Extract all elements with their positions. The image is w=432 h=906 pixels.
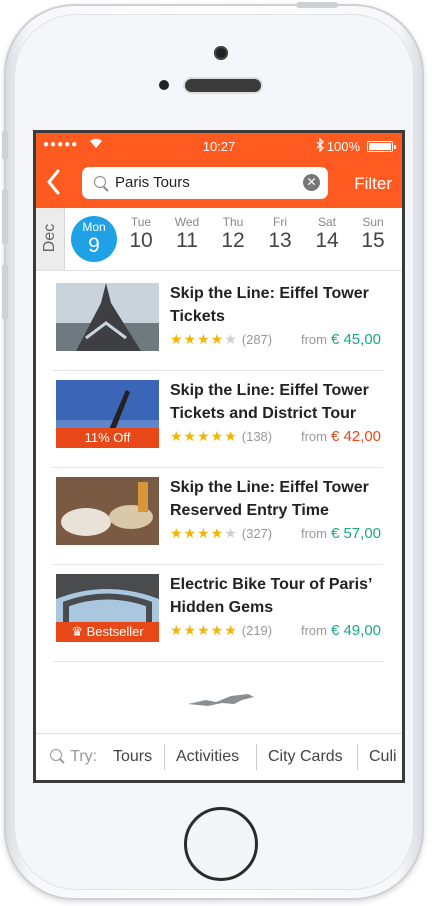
home-button[interactable] [184, 807, 258, 881]
weekday-label: Fri [273, 215, 287, 229]
chip-activities[interactable]: Activities [176, 748, 239, 766]
price: from € 45,00 [300, 331, 381, 348]
clear-search-icon[interactable]: ✕ [303, 174, 320, 191]
filter-button[interactable]: Filter [354, 174, 392, 194]
day-number: 10 [129, 229, 153, 252]
star-rating-icon: ★★★★★ [170, 525, 238, 541]
list-item[interactable]: 11% Off Skip the Line: Eiffel Tower Ticke… [53, 370, 383, 468]
weekday-label: Wed [174, 215, 200, 229]
tour-thumbnail[interactable]: ♛ Bestseller [56, 574, 159, 642]
nav-bar: Paris Tours ✕ Filter [36, 161, 402, 208]
list-item[interactable]: Skip the Line: Eiffel Tower Tickets ★★★★★… [53, 273, 383, 371]
price-amount: € 49,00 [330, 622, 381, 639]
date-fri[interactable]: Fri 13 [257, 215, 303, 253]
price-amount: € 45,00 [330, 331, 381, 348]
day-number: 11 [176, 229, 198, 252]
price: from € 49,00 [300, 622, 381, 639]
date-thu[interactable]: Thu 12 [210, 215, 256, 253]
review-count: (219) [241, 623, 273, 638]
rating: ★★★★★ (327) [170, 525, 272, 542]
search-input[interactable]: Paris Tours ✕ [82, 167, 328, 199]
search-icon [50, 749, 62, 761]
star-rating-icon: ★★★★★ [170, 331, 238, 347]
date-sun[interactable]: Sun 15 [350, 215, 396, 253]
suggestion-bar: Try: Tours Activities City Cards Culi [36, 733, 402, 780]
battery-percent: 100% [326, 139, 360, 154]
price-amount: € 57,00 [330, 525, 381, 542]
tour-thumbnail[interactable] [56, 477, 159, 545]
price: from € 42,00 [300, 428, 381, 445]
volume-down-button [2, 264, 8, 320]
list-item[interactable]: ♛ Bestseller Electric Bike Tour of Paris’… [53, 564, 383, 662]
power-button [296, 2, 338, 8]
weekday-label: Mon [82, 220, 106, 234]
weekday-label: Tue [130, 215, 152, 229]
weekday-label: Sat [317, 215, 336, 229]
crown-icon: ♛ [71, 624, 87, 639]
date-tue[interactable]: Tue 10 [118, 215, 164, 253]
deal-badge: ♛ Bestseller [56, 622, 159, 642]
weekday-label: Thu [222, 215, 244, 229]
try-label: Try: [50, 748, 97, 766]
front-camera [214, 46, 228, 60]
rating: ★★★★★ (219) [170, 622, 272, 639]
tour-thumbnail[interactable] [56, 283, 159, 351]
day-number: 12 [221, 229, 245, 252]
tour-title[interactable]: Skip the Line: Eiffel Tower Tickets [170, 282, 390, 328]
battery-icon [367, 141, 396, 152]
review-count: (287) [241, 332, 273, 347]
tour-title[interactable]: Skip the Line: Eiffel Tower Reserved Ent… [170, 476, 390, 522]
mute-switch [2, 130, 8, 160]
chip-tours[interactable]: Tours [113, 748, 152, 766]
volume-up-button [2, 189, 8, 245]
review-count: (327) [241, 526, 273, 541]
search-value: Paris Tours [115, 174, 190, 191]
star-rating-icon: ★★★★★ [170, 622, 238, 638]
rating: ★★★★★ (287) [170, 331, 272, 348]
date-wed[interactable]: Wed 11 [164, 215, 210, 253]
review-count: (138) [241, 429, 273, 444]
app-screen: ●●●●● 10:27 100% Paris Tours ✕ Filter De… [33, 130, 405, 783]
earpiece-speaker [185, 79, 261, 92]
weekday-label: Sun [362, 215, 384, 229]
date-sat[interactable]: Sat 14 [304, 215, 350, 253]
list-item[interactable]: Skip the Line: Eiffel Tower Reserved Ent… [53, 467, 383, 565]
price: from € 57,00 [300, 525, 381, 542]
day-number: 15 [361, 229, 385, 252]
date-mon[interactable]: Mon 9 [71, 216, 117, 262]
search-icon [94, 176, 106, 188]
chip-culinary[interactable]: Culi [369, 748, 397, 766]
date-picker: Dec Mon 9 Tue 10 Wed 11 Thu 12 Fri 13 Sat 14 Sun 15 [36, 208, 402, 271]
day-number: 14 [315, 229, 339, 252]
status-bar: ●●●●● 10:27 100% [36, 133, 402, 161]
rating: ★★★★★ (138) [170, 428, 272, 445]
chip-city-cards[interactable]: City Cards [268, 748, 343, 766]
back-chevron-icon[interactable] [46, 169, 68, 199]
month-label: Dec [36, 208, 65, 270]
day-number: 9 [88, 234, 100, 257]
proximity-sensor [159, 80, 169, 90]
bluetooth-icon [316, 137, 324, 155]
tour-thumbnail[interactable]: 11% Off [56, 380, 159, 448]
tour-title[interactable]: Electric Bike Tour of Paris’ Hidden Gems [170, 573, 390, 619]
tour-title[interactable]: Skip the Line: Eiffel Tower Tickets and … [170, 379, 390, 425]
loading-indicator-icon [186, 690, 256, 710]
star-rating-icon: ★★★★★ [170, 428, 238, 444]
deal-badge: 11% Off [56, 428, 159, 448]
price-amount: € 42,00 [330, 428, 381, 445]
day-number: 13 [268, 229, 292, 252]
